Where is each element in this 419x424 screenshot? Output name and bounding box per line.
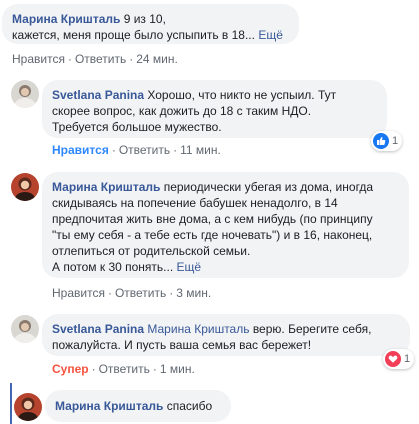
timestamp[interactable]: 24 мин. — [136, 52, 178, 66]
reaction-count: 1 — [392, 135, 399, 147]
like-link[interactable]: Нравится — [52, 143, 109, 157]
comment-bubble: Марина Кришталь спасибо — [45, 390, 231, 422]
comment-bubble: Svetlana Panina Хорошо, что никто не усп… — [42, 80, 387, 138]
comment-author[interactable]: Svetlana Panina — [52, 322, 144, 336]
avatar[interactable] — [11, 173, 39, 201]
reaction-badge[interactable]: 1 — [383, 349, 415, 369]
comment-bubble: Марина Кришталь периодически убегая из д… — [42, 172, 409, 278]
reaction-count: 1 — [404, 353, 411, 365]
timestamp[interactable]: 3 мин. — [176, 286, 211, 300]
see-more-link[interactable]: Ещё — [258, 28, 283, 42]
like-link[interactable]: Нравится — [12, 52, 65, 66]
highlight-bar — [10, 383, 12, 424]
see-more-link[interactable]: Ещё — [177, 260, 202, 274]
mention-link[interactable]: Марина Кришталь — [144, 322, 249, 336]
heart-icon — [385, 351, 401, 367]
avatar[interactable] — [11, 315, 39, 343]
like-link[interactable]: Нравится — [52, 286, 105, 300]
comment-actions: Нравится · Ответить · 24 мин. — [12, 52, 178, 66]
timestamp[interactable]: 11 мин. — [180, 143, 221, 157]
thumbs-up-icon — [373, 133, 389, 149]
timestamp[interactable]: 1 мин. — [160, 362, 195, 376]
avatar[interactable] — [14, 393, 42, 421]
comment-actions: Супер · Ответить · 1 мин. — [52, 362, 195, 376]
avatar-photo — [11, 315, 39, 343]
reaction-badge[interactable]: 1 — [371, 131, 403, 151]
reply-link[interactable]: Ответить — [119, 143, 170, 157]
avatar[interactable] — [11, 80, 39, 108]
reply-link[interactable]: Ответить — [99, 362, 150, 376]
comment-text: Марина Кришталь 9 из 10, — [12, 12, 166, 26]
comment-author[interactable]: Svetlana Panina — [52, 88, 144, 102]
comment-bubble: Svetlana Panina Марина Кришталь верю. Бе… — [42, 314, 410, 356]
reply-link[interactable]: Ответить — [75, 52, 126, 66]
avatar-photo — [14, 393, 42, 421]
comment-actions: Нравится · Ответить · 11 мин. — [52, 143, 221, 157]
comment-author[interactable]: Марина Кришталь — [12, 12, 120, 26]
reaction-link[interactable]: Супер — [52, 362, 89, 376]
comment-author[interactable]: Марина Кришталь — [55, 399, 163, 413]
avatar-photo — [11, 80, 39, 108]
comment-author[interactable]: Марина Кришталь — [52, 180, 160, 194]
comment-bubble: Марина Кришталь 9 из 10, кажется, меня п… — [2, 4, 299, 44]
reply-link[interactable]: Ответить — [115, 286, 166, 300]
avatar-photo — [11, 173, 39, 201]
comment-actions: Нравится · Ответить · 3 мин. — [52, 286, 212, 300]
